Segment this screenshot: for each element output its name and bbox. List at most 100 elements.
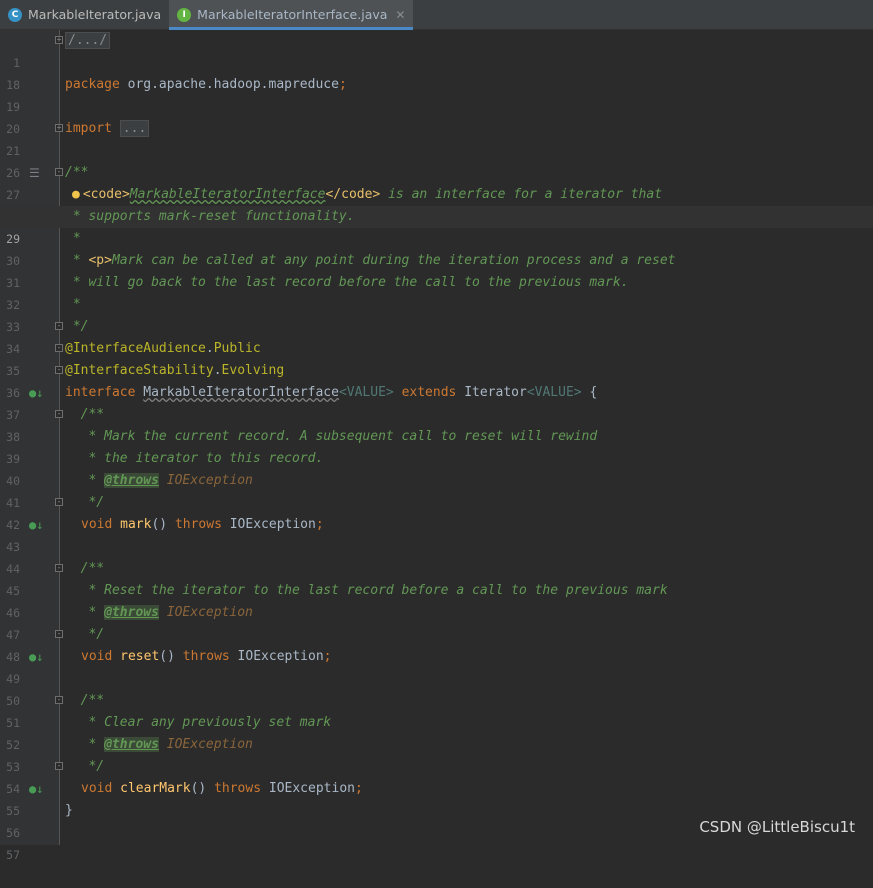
keyword: void [81,649,113,664]
package-name: org.apache.hadoop.mapreduce [119,77,339,92]
code-line: 41 * @throws IOException [0,470,873,510]
doc-comment: * [65,297,81,312]
punctuation: . [205,341,214,356]
code-line-current: 29 * supports mark-reset functionality. [0,206,873,246]
fold-toggle-icon[interactable]: - [55,762,63,770]
punctuation: . [213,363,222,378]
doc-tag: @throws [104,605,159,620]
keyword: interface [65,385,136,400]
fold-toggle-icon[interactable]: - [55,344,63,352]
code-line: 52 * Clear any previously set mark [0,712,873,752]
doc-comment: /** [65,165,89,180]
implementing-method-icon[interactable]: ●↓ [29,778,43,800]
fold-toggle-icon[interactable]: - [55,696,63,704]
close-icon[interactable]: ✕ [395,8,405,22]
doc-comment: * the iterator to this record. [65,451,324,466]
doc-prefix: * [65,605,105,620]
fold-toggle-icon[interactable]: - [55,564,63,572]
code-line: 46 * Reset the iterator to the last reco… [0,580,873,620]
code-line: 20 [0,96,873,136]
doc-comment: /** [65,693,105,708]
fold-toggle-icon[interactable]: + [55,124,63,132]
doc-prefix: * [65,253,89,268]
doc-comment: * supports mark-reset functionality. [65,209,355,224]
watermark: CSDN @LittleBiscu1t [699,818,855,836]
keyword: void [81,517,113,532]
line-number: 57 [6,848,20,862]
method-name: reset [120,649,160,664]
punctuation: () [159,649,175,664]
code-line: 26 [0,140,873,180]
code-line: 54 - */ [0,756,873,796]
base-type: Iterator [464,385,527,400]
folded-imports[interactable]: ... [119,120,150,137]
code-line: 44 [0,536,873,576]
implemented-by-icon[interactable]: ●↓ [29,382,43,404]
code-line: 39 * Mark the current record. A subseque… [0,426,873,466]
code-line: 45 - /** [0,558,873,598]
exception-type: IOException [229,649,324,664]
java-interface-icon: I [177,7,192,22]
code-line: 31 * <p>Mark can be called at any point … [0,250,873,290]
exception-type: IOException [261,781,355,796]
implementing-method-icon[interactable]: ●↓ [29,646,43,668]
fold-toggle-icon[interactable]: - [55,410,63,418]
punctuation: { [581,385,598,400]
punctuation: ; [338,77,347,92]
code-line: 47 * @throws IOException [0,602,873,642]
code-line: 43 ●↓ void mark() throws IOException; [0,514,873,554]
folded-license-header[interactable]: /.../ [65,32,111,49]
keyword: throws [182,649,230,664]
fold-toggle-icon[interactable]: - [55,498,63,506]
doc-comment: * Reset the iterator to the last record … [65,583,668,598]
doc-tag: @throws [104,737,159,752]
code-line: 35 - @InterfaceAudience.Public [0,338,873,378]
fold-toggle-icon[interactable]: - [55,630,63,638]
keyword: void [81,781,113,796]
method-name: mark [120,517,152,532]
code-line: 32 * will go back to the last record bef… [0,272,873,312]
doc-comment: */ [65,627,105,642]
doc-text: Mark can be called at any point during t… [111,253,676,268]
keyword: throws [174,517,222,532]
fold-toggle-icon[interactable]: - [55,168,63,176]
tab-markable-iterator[interactable]: C MarkableIterator.java [0,0,169,29]
annotation: @InterfaceAudience [65,341,206,356]
code-line: 40 * the iterator to this record. [0,448,873,488]
fold-toggle-icon[interactable]: - [55,366,63,374]
doc-identifier: MarkableIteratorInterface [129,187,326,202]
code-line: 42 - */ [0,492,873,532]
interface-name: MarkableIteratorInterface [143,385,339,400]
implementing-method-icon[interactable]: ●↓ [29,514,43,536]
code-editor[interactable]: 1 + /.../ 18 19 package org.apache.hadoo… [0,30,873,862]
java-class-icon: C [8,7,22,22]
keyword: throws [214,781,262,796]
code-line: 1 + /.../ [0,30,873,70]
intention-bulb-icon[interactable]: ● [72,187,80,202]
doc-comment: /** [65,407,105,422]
code-line: 27 ☰ - /** [0,162,873,202]
doc-exception: IOException [158,737,253,752]
type-parameter: <VALUE> [526,385,582,400]
code-line: 37 ●↓ interface MarkableIteratorInterfac… [0,382,873,422]
doc-comment: */ [65,759,105,774]
rendered-doc-toggle-icon[interactable]: ☰ [29,162,40,184]
annotation-member: Evolving [221,363,285,378]
fold-toggle-icon[interactable]: - [55,322,63,330]
doc-comment: * Clear any previously set mark [65,715,332,730]
exception-type: IOException [221,517,316,532]
annotation: @InterfaceStability [65,363,214,378]
keyword: import [65,121,112,136]
doc-comment: * Mark the current record. A subsequent … [65,429,598,444]
closing-brace: } [65,803,73,818]
html-tag: <p> [88,253,112,268]
code-line: 30 * [0,228,873,268]
doc-tag: @throws [104,473,159,488]
punctuation: () [190,781,207,796]
punctuation: () [151,517,168,532]
fold-toggle-icon[interactable]: + [55,36,63,44]
doc-comment: * will go back to the last record before… [65,275,629,290]
tab-markable-iterator-interface[interactable]: I MarkableIteratorInterface.java ✕ [169,0,414,30]
code-line: 34 - */ [0,316,873,356]
method-name: clearMark [120,781,191,796]
